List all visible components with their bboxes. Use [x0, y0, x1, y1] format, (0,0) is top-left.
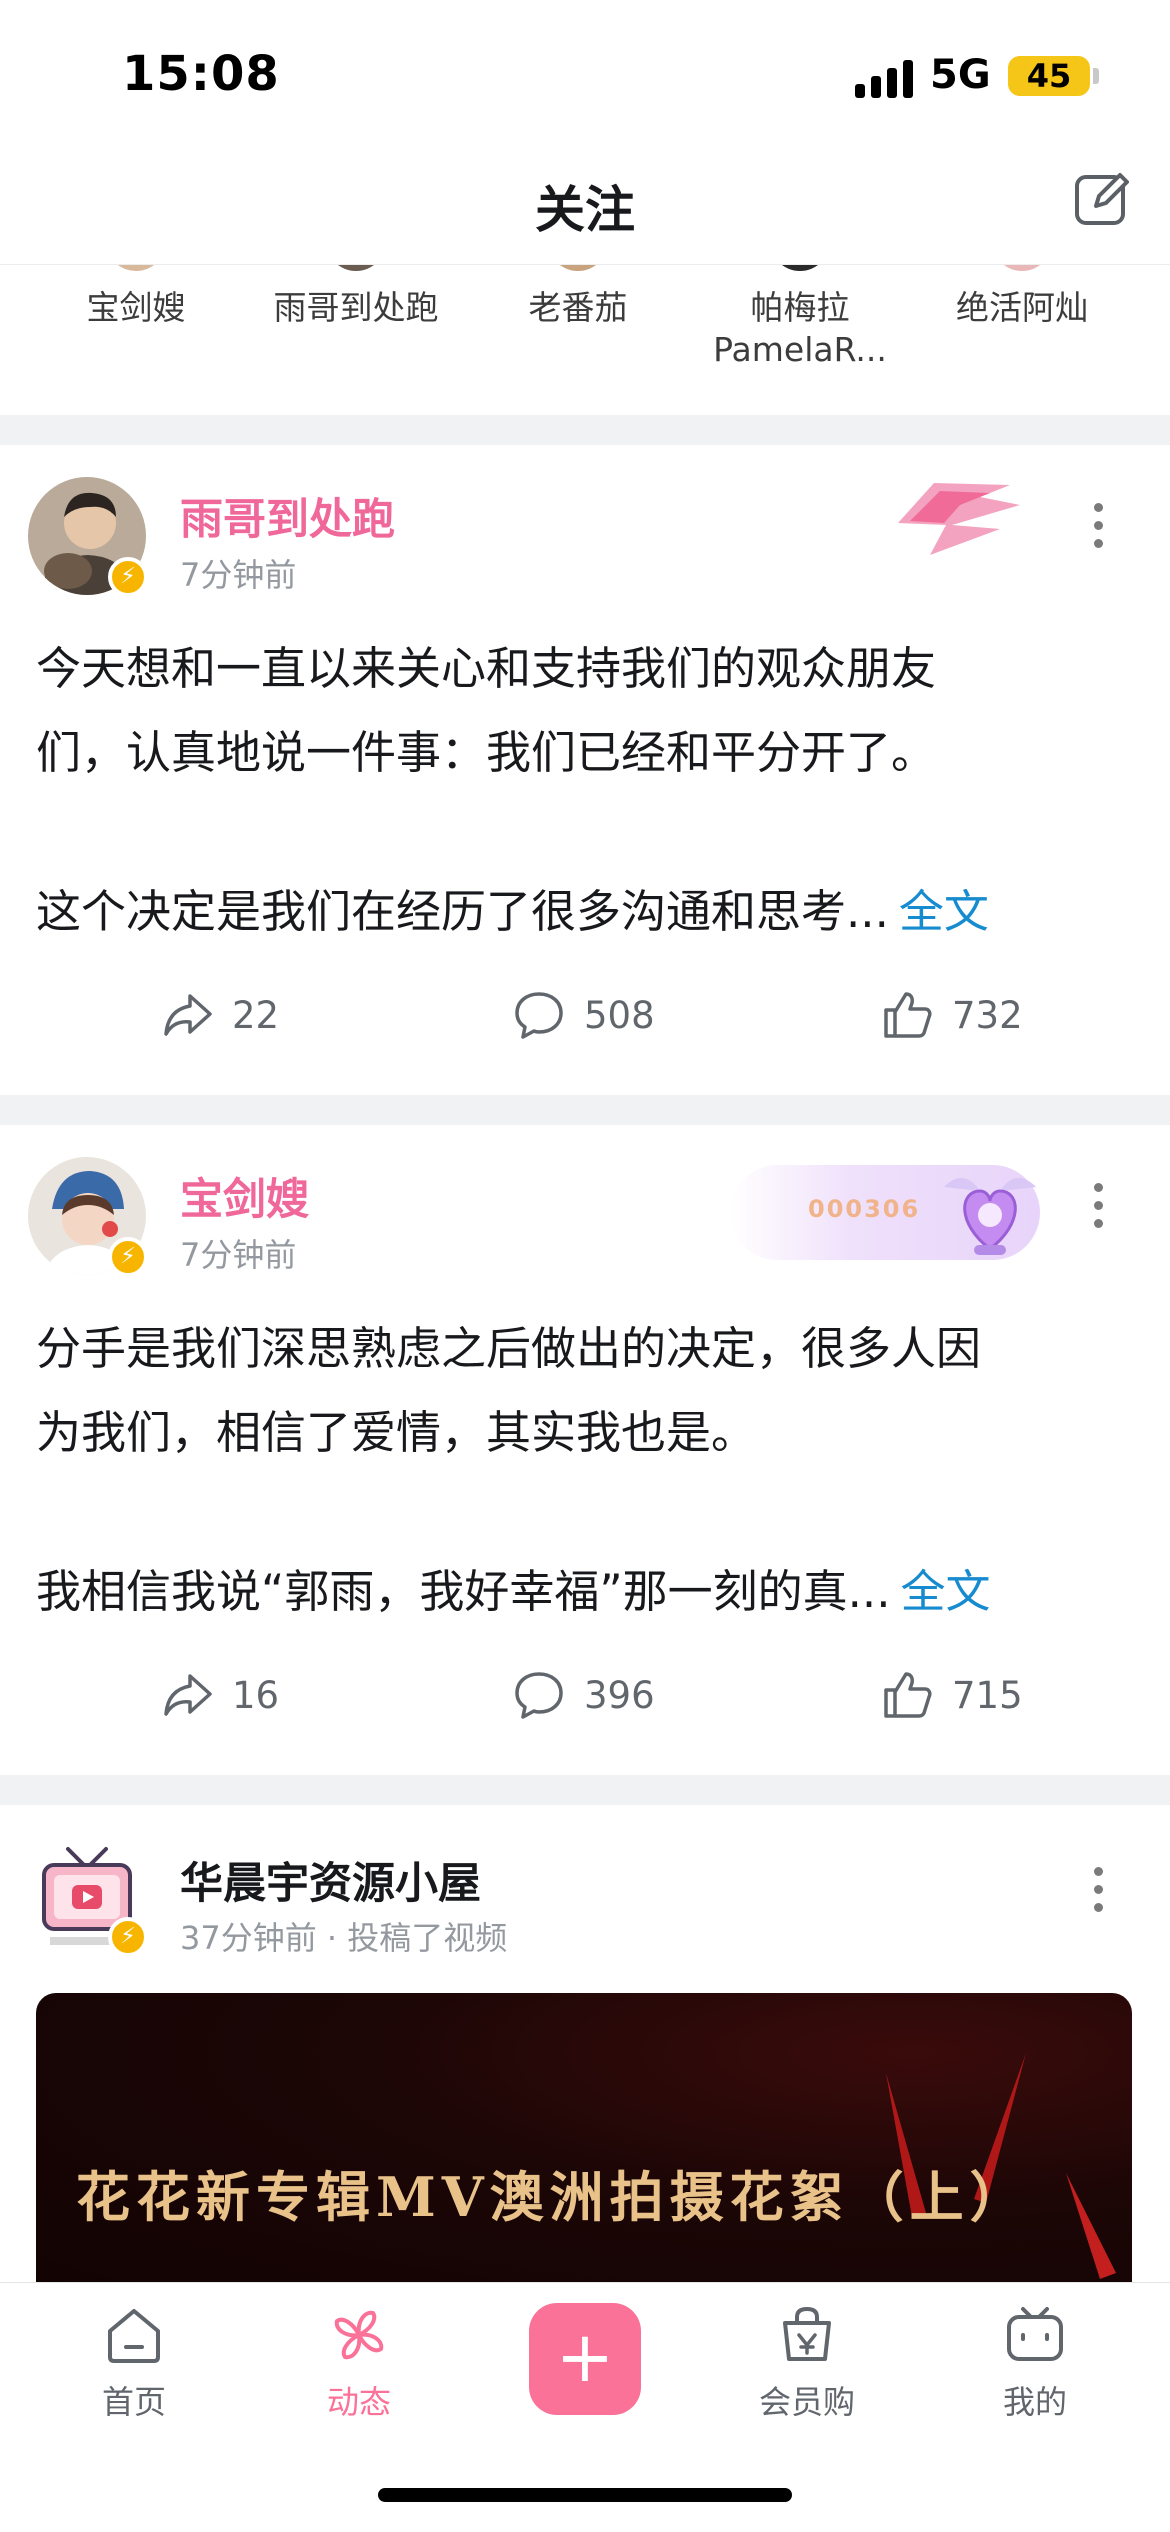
page-title: 关注	[535, 181, 635, 239]
feed-post[interactable]: ⚡ 雨哥到处跑 7分钟前 今天想和一直以来关心和支持我们的观众朋友 们，认真地说…	[0, 445, 1170, 1095]
post-actions: 22 508 732	[0, 985, 1170, 1045]
shopping-bag-icon	[783, 2306, 831, 2361]
publish-button[interactable]: +	[529, 2303, 641, 2415]
verified-badge-icon: ⚡	[108, 1917, 148, 1957]
share-button[interactable]: 16	[160, 1665, 279, 1725]
nav-me[interactable]: 我的	[965, 2303, 1105, 2423]
compose-icon[interactable]	[1072, 168, 1134, 230]
full-text-link[interactable]: 全文	[901, 1565, 991, 1618]
post-text: 今天想和一直以来关心和支持我们的观众朋友 们，认真地说一件事：我们已经和平分开了…	[36, 642, 989, 938]
decoration-badge-icon	[898, 483, 1020, 555]
heart-crest-icon	[944, 1177, 1036, 1255]
share-icon	[164, 1674, 212, 1716]
battery-icon: 45	[1008, 56, 1090, 96]
video-caption: 花花新专辑MV澳洲拍摄花絮（上）	[76, 2165, 1030, 2229]
post-meta: 37分钟前 · 投稿了视频	[180, 1919, 508, 1957]
comment-icon	[515, 992, 563, 1039]
verified-badge-icon: ⚡	[108, 557, 148, 597]
post-text: 分手是我们深思熟虑之后做出的决定，很多人因 为我们，相信了爱情，其实我也是。 我…	[36, 1322, 991, 1618]
following-strip: 宝剑嫂 雨哥到处跑 老番茄 帕梅拉 PamelaR... 绝活阿灿 戛	[0, 265, 1170, 415]
thumbs-up-icon	[884, 1672, 932, 1718]
full-text-link[interactable]: 全文	[899, 885, 989, 938]
tv-face-icon	[1007, 2307, 1063, 2361]
more-options-icon[interactable]	[1090, 1861, 1106, 1921]
section-divider	[0, 415, 1170, 445]
post-actions: 16 396 715	[0, 1665, 1170, 1725]
status-time: 15:08	[122, 46, 280, 102]
section-divider	[0, 1095, 1170, 1125]
home-icon	[108, 2309, 160, 2363]
like-button[interactable]: 732	[880, 985, 1023, 1045]
comment-button[interactable]: 396	[512, 1665, 655, 1725]
status-bar: 15:08 5G 45	[0, 0, 1170, 150]
network-type: 5G	[930, 52, 991, 98]
feed-post[interactable]: ⚡ 华晨宇资源小屋 37分钟前 · 投稿了视频 花花新专辑MV澳洲拍摄花絮（上）	[0, 1805, 1170, 2293]
thumbs-up-icon	[884, 992, 932, 1038]
section-divider	[0, 1775, 1170, 1805]
nav-dynamic[interactable]: 动态	[289, 2303, 429, 2423]
pinwheel-icon	[334, 2310, 384, 2360]
battery-cap	[1093, 68, 1099, 84]
post-author[interactable]: 宝剑嫂	[180, 1165, 309, 1227]
page-header: 关注	[0, 150, 1170, 265]
post-time: 7分钟前	[180, 556, 297, 594]
home-indicator	[378, 2488, 792, 2502]
fan-decoration-number: 000306	[808, 1195, 921, 1223]
cellular-signal-icon	[855, 58, 915, 98]
share-button[interactable]: 22	[160, 985, 279, 1045]
post-time: 7分钟前	[180, 1236, 297, 1274]
more-options-icon[interactable]	[1090, 497, 1106, 557]
nav-member-shop[interactable]: 会员购	[737, 2303, 877, 2423]
post-author[interactable]: 雨哥到处跑	[180, 485, 395, 547]
like-button[interactable]: 715	[880, 1665, 1023, 1725]
post-author[interactable]: 华晨宇资源小屋	[180, 1849, 481, 1911]
fan-decoration-card: 000306	[730, 1165, 1040, 1260]
video-thumbnail[interactable]: 花花新专辑MV澳洲拍摄花絮（上）	[36, 1993, 1132, 2293]
comment-button[interactable]: 508	[512, 985, 655, 1045]
comment-icon	[515, 1672, 563, 1719]
nav-home[interactable]: 首页	[64, 2303, 204, 2423]
more-options-icon[interactable]	[1090, 1177, 1106, 1237]
verified-badge-icon: ⚡	[108, 1237, 148, 1277]
feed-post[interactable]: ⚡ 宝剑嫂 7分钟前 000306 分手是我们深思熟虑之后做出的决定，很多人因 …	[0, 1125, 1170, 1775]
share-icon	[164, 994, 212, 1036]
